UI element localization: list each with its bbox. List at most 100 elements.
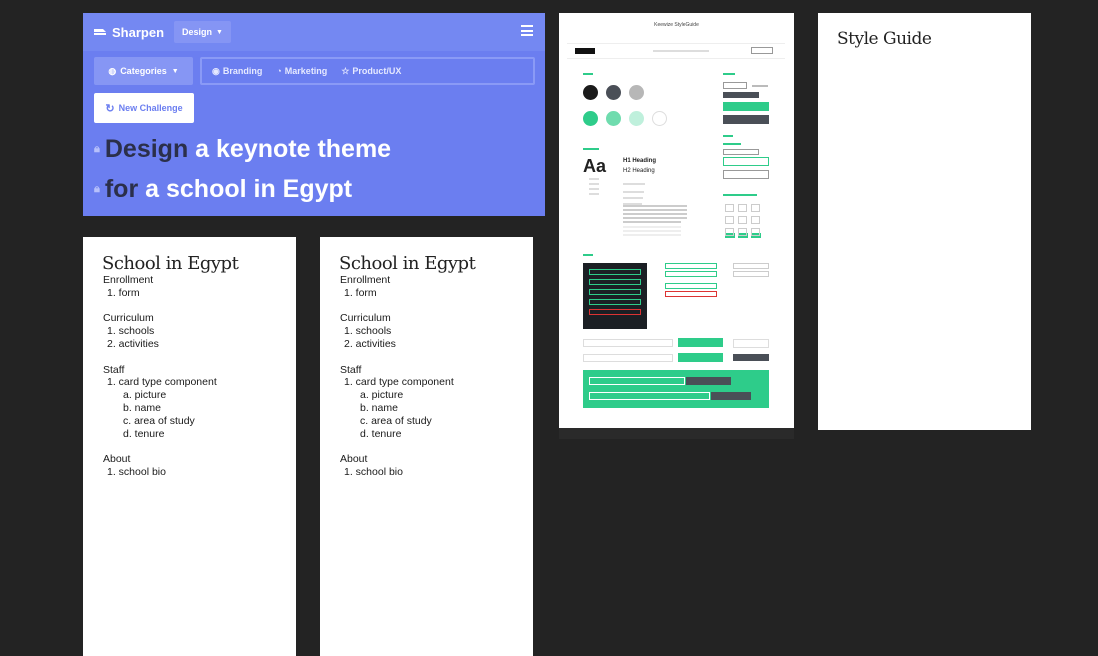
type-line	[623, 183, 645, 185]
type-line	[589, 193, 599, 195]
banner-input	[589, 377, 685, 385]
form-field	[733, 271, 769, 277]
tab-product-ux[interactable]: ☆ Product/UX	[341, 66, 401, 77]
challenge-line-2: 🔒︎ for a school in Egypt	[94, 174, 352, 204]
new-challenge-button[interactable]: ↻ New Challenge	[94, 93, 194, 123]
preview-nav-button	[751, 47, 773, 54]
tab-branding[interactable]: ◉ Branding	[212, 66, 262, 77]
style-guide-preview-artboard[interactable]: Keewize StyleGuide Aa H1 Heading H2 Head…	[559, 13, 794, 428]
form-field	[733, 263, 769, 269]
social-icon	[725, 228, 734, 236]
dark-form-field	[589, 289, 641, 295]
type-line	[623, 191, 644, 193]
tab-label: Branding	[222, 66, 263, 76]
color-swatch	[629, 111, 644, 126]
school-artboard-1[interactable]: School in Egypt Enrollment 1. form Curri…	[83, 237, 296, 656]
colors-label	[583, 73, 593, 75]
preview-logo	[575, 48, 595, 54]
paragraph-line	[623, 221, 681, 223]
banner-button-2	[711, 392, 751, 400]
preview-outline-gray	[723, 170, 769, 179]
form-button	[733, 354, 769, 361]
h1-sample: H1 Heading	[623, 158, 657, 164]
form-button	[678, 353, 723, 362]
social-icon	[725, 216, 734, 224]
list-item: 1. schools	[107, 325, 155, 338]
list-item: 1. card type component	[344, 376, 454, 389]
form-field	[583, 339, 673, 347]
challenge-keyword-2: for	[104, 175, 139, 203]
social-icon	[738, 228, 747, 236]
preview-link	[752, 85, 768, 87]
list-item: 2. activities	[344, 337, 396, 350]
social-icon	[738, 204, 747, 212]
social-icon	[751, 216, 760, 224]
section-heading: Staff	[340, 363, 362, 376]
preview-green-button	[723, 102, 769, 111]
color-swatch	[606, 85, 621, 100]
social-label	[723, 194, 757, 196]
list-subitem: a. picture	[360, 389, 404, 402]
preview-footer	[559, 428, 794, 439]
paragraph-line	[623, 217, 687, 219]
category-tabs: ◉ Branding ◔ Marketing ☆ Product/UX	[200, 57, 535, 85]
eye-icon: ◉	[212, 65, 220, 76]
dark-form-field	[589, 299, 641, 305]
typography-label	[583, 148, 599, 150]
chevron-down-icon: ▼	[171, 67, 179, 75]
type-line	[589, 183, 599, 185]
type-line	[623, 197, 643, 199]
sharpen-logo[interactable]: Sharpen	[93, 25, 164, 40]
type-sample: Aa	[583, 156, 607, 176]
paragraph-line	[623, 234, 681, 236]
form-field	[665, 283, 717, 289]
list-item: 1. form	[107, 286, 140, 299]
buttons-label	[723, 73, 735, 75]
outline-section: Enrollment 1. form	[340, 274, 454, 300]
challenge-keyword-1: Design	[104, 135, 189, 163]
sharpen-header: Sharpen Design ▼	[83, 13, 545, 51]
outline-section: Staff 1. card type component a. picture …	[340, 364, 454, 441]
new-challenge-label: New Challenge	[118, 103, 183, 113]
globe-icon: ◍	[108, 65, 117, 76]
section-heading: Enrollment	[103, 274, 154, 286]
hamburger-menu-icon[interactable]	[521, 25, 533, 36]
paragraph-line	[623, 213, 687, 215]
artboard-title: Style Guide	[837, 29, 932, 49]
form-field	[665, 263, 717, 269]
list-subitem: d. tenure	[360, 427, 402, 440]
dark-form-field	[589, 269, 641, 275]
paragraph-line	[623, 209, 687, 211]
tab-label: Marketing	[284, 66, 328, 76]
lock-icon[interactable]: 🔒︎	[94, 174, 100, 204]
type-line	[589, 178, 599, 180]
style-guide-artboard[interactable]: Style Guide	[818, 13, 1031, 430]
lock-icon[interactable]: 🔒︎	[94, 134, 100, 164]
color-swatch	[606, 111, 621, 126]
categories-dropdown[interactable]: ◍ Categories ▼	[94, 57, 193, 85]
paragraph-line	[623, 205, 687, 207]
sharpen-logo-icon	[94, 29, 106, 35]
preview-dropdown	[723, 82, 747, 89]
school-artboard-2[interactable]: School in Egypt Enrollment 1. form Curri…	[320, 237, 533, 656]
preview-nav-links	[653, 50, 709, 52]
green-banner	[583, 370, 769, 408]
categories-label: Categories	[120, 66, 167, 76]
outline-section: Enrollment 1. form	[103, 274, 217, 300]
tab-marketing[interactable]: ◔ Marketing	[276, 66, 327, 76]
sharpen-panel: Sharpen Design ▼ ◍ Categories ▼ ◉ Brandi…	[83, 13, 545, 216]
design-dropdown[interactable]: Design ▼	[174, 21, 231, 43]
h2-sample: H2 Heading	[623, 168, 655, 174]
preview-outline-green	[723, 157, 769, 166]
list-item: 1. form	[344, 286, 377, 299]
dark-form-field	[589, 309, 641, 315]
preview-gray-button	[723, 115, 769, 124]
section-heading: About	[340, 453, 368, 466]
banner-input-2	[589, 392, 710, 400]
list-subitem: c. area of study	[123, 414, 195, 427]
preview-navbar	[567, 43, 785, 59]
refresh-icon: ↻	[105, 102, 115, 115]
forms-label	[583, 254, 593, 256]
design-dropdown-label: Design	[182, 27, 213, 37]
section-heading: Enrollment	[340, 274, 391, 286]
